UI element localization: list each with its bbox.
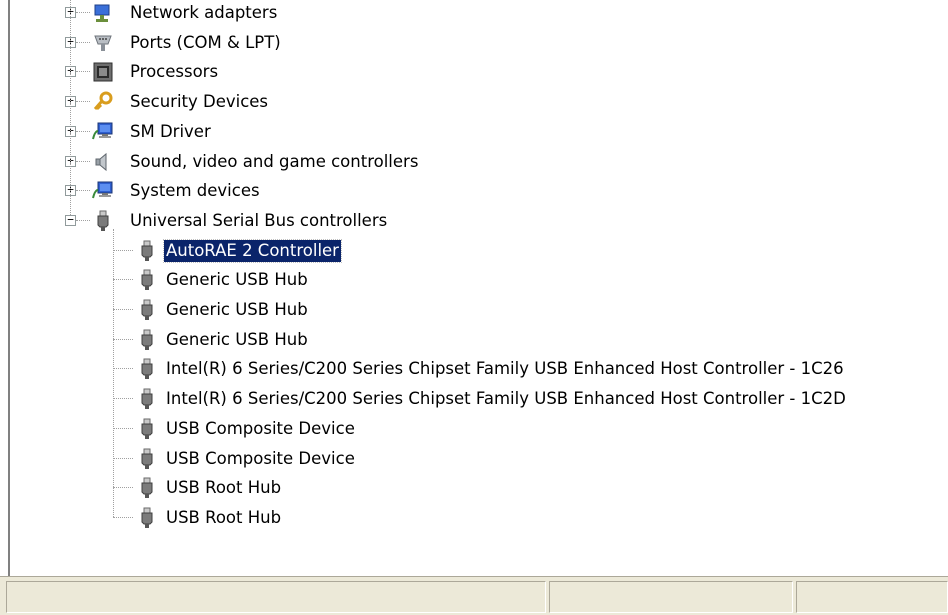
tree-connector xyxy=(113,338,133,340)
computer-icon xyxy=(92,180,114,202)
tree-device-label[interactable]: Generic USB Hub xyxy=(164,299,310,321)
tree-category-row[interactable]: + Ports (COM & LPT) xyxy=(12,29,948,59)
tree-connector xyxy=(113,368,133,370)
tree-device-label[interactable]: Generic USB Hub xyxy=(164,269,310,291)
network-adapter-icon xyxy=(92,2,114,24)
tree-connector xyxy=(76,71,90,73)
usb-plug-icon xyxy=(136,329,158,351)
tree-category-row[interactable]: + Security Devices xyxy=(12,88,948,118)
tree-connector xyxy=(76,190,90,192)
tree-category-label[interactable]: System devices xyxy=(128,180,262,202)
tree-device-row[interactable]: USB Root Hub xyxy=(12,504,948,534)
tree-device-label[interactable]: Intel(R) 6 Series/C200 Series Chipset Fa… xyxy=(164,358,846,380)
usb-plug-icon xyxy=(136,418,158,440)
tree-connector xyxy=(76,219,90,221)
tree-category-label[interactable]: Security Devices xyxy=(128,91,270,113)
usb-plug-icon xyxy=(92,210,114,232)
tree-device-label[interactable]: Generic USB Hub xyxy=(164,329,310,351)
tree-connector xyxy=(113,309,133,310)
usb-plug-icon xyxy=(136,299,158,321)
usb-plug-icon xyxy=(136,240,158,262)
tree-device-row[interactable]: Generic USB Hub xyxy=(12,296,948,326)
usb-plug-icon xyxy=(136,507,158,529)
processor-icon xyxy=(92,61,114,83)
tree-device-row[interactable]: USB Root Hub xyxy=(12,474,948,504)
usb-plug-icon xyxy=(136,477,158,499)
tree-connector xyxy=(113,228,114,517)
status-pane-2 xyxy=(549,581,793,613)
tree-device-label[interactable]: Intel(R) 6 Series/C200 Series Chipset Fa… xyxy=(164,388,848,410)
selected-device-label[interactable]: AutoRAE 2 Controller xyxy=(163,238,342,263)
tree-device-row[interactable]: USB Composite Device xyxy=(12,445,948,475)
computer-icon xyxy=(92,121,114,143)
tree-category-label[interactable]: Sound, video and game controllers xyxy=(128,151,420,173)
tree-connector xyxy=(113,487,133,489)
tree-connector xyxy=(113,427,133,429)
tree-device-row[interactable]: USB Composite Device xyxy=(12,415,948,445)
port-icon xyxy=(92,32,114,54)
usb-plug-icon xyxy=(136,269,158,291)
tree-connector xyxy=(76,130,90,132)
tree-device-row[interactable]: Intel(R) 6 Series/C200 Series Chipset Fa… xyxy=(12,355,948,385)
tree-connector xyxy=(113,516,133,518)
tree-category-row[interactable]: + Network adapters xyxy=(12,0,948,29)
tree-left-border xyxy=(8,0,10,576)
status-bar xyxy=(0,576,948,615)
tree-category-label[interactable]: SM Driver xyxy=(128,121,213,143)
tree-device-label[interactable]: USB Composite Device xyxy=(164,418,357,440)
tree-category-label[interactable]: Ports (COM & LPT) xyxy=(128,32,283,54)
collapse-icon[interactable]: − xyxy=(65,214,76,226)
tree-connector xyxy=(113,457,133,459)
tree-device-row[interactable]: Intel(R) 6 Series/C200 Series Chipset Fa… xyxy=(12,385,948,415)
device-tree[interactable]: + Network adapters + Ports (COM & LPT) + Proc… xyxy=(12,0,948,576)
status-pane-1 xyxy=(6,581,546,613)
tree-category-label[interactable]: Universal Serial Bus controllers xyxy=(128,210,389,232)
tree-connector xyxy=(113,249,133,251)
tree-device-label[interactable]: USB Root Hub xyxy=(164,507,283,529)
tree-category-label[interactable]: Processors xyxy=(128,61,220,83)
usb-plug-icon xyxy=(136,448,158,470)
tree-device-row[interactable]: AutoRAE 2 Controller xyxy=(12,237,948,267)
tree-device-label[interactable]: USB Composite Device xyxy=(164,448,357,470)
usb-plug-icon xyxy=(136,388,158,410)
tree-connector xyxy=(113,279,133,281)
tree-category-row[interactable]: + SM Driver xyxy=(12,118,948,148)
key-icon xyxy=(92,91,114,113)
tree-category-row[interactable]: − Universal Serial Bus controllers xyxy=(12,207,948,237)
tree-connector xyxy=(76,12,90,13)
tree-connector xyxy=(76,160,90,162)
tree-connector xyxy=(70,0,71,215)
tree-connector xyxy=(76,41,90,43)
tree-device-row[interactable]: Generic USB Hub xyxy=(12,266,948,296)
tree-category-row[interactable]: + Processors xyxy=(12,58,948,88)
tree-device-row[interactable]: Generic USB Hub xyxy=(12,326,948,356)
tree-category-row[interactable]: + Sound, video and game controllers xyxy=(12,148,948,178)
tree-connector xyxy=(76,101,90,103)
speaker-icon xyxy=(92,151,114,173)
tree-connector xyxy=(113,398,133,400)
usb-plug-icon xyxy=(136,358,158,380)
tree-category-row[interactable]: + System devices xyxy=(12,177,948,207)
status-pane-3 xyxy=(796,581,948,613)
tree-device-label[interactable]: USB Root Hub xyxy=(164,477,283,499)
tree-category-label[interactable]: Network adapters xyxy=(128,2,279,24)
